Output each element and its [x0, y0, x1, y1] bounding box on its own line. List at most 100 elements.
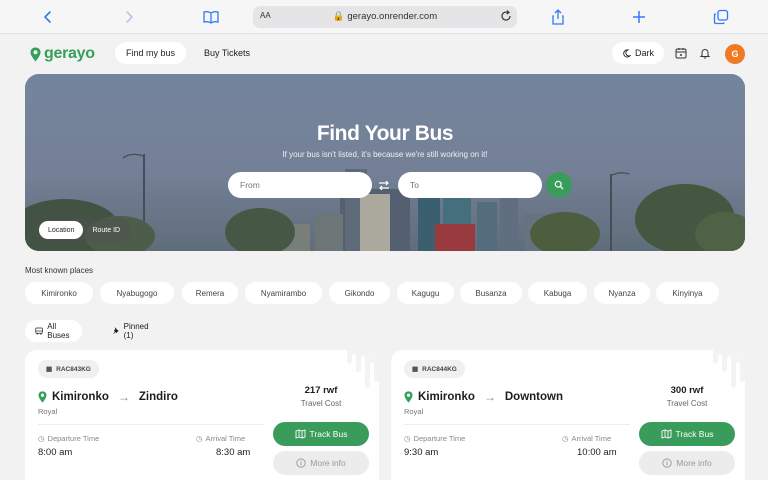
more-info-button[interactable]: More info — [273, 451, 369, 475]
location-pin-icon — [38, 391, 47, 403]
more-info-button[interactable]: More info — [639, 451, 735, 475]
divider — [404, 424, 630, 425]
search-mode-toggle: Location Route ID — [37, 219, 132, 241]
departure-label: ◷ Departure Time — [38, 434, 99, 443]
route-origin: Kimironko — [52, 391, 109, 403]
more-info-label: More info — [310, 458, 346, 468]
arrival-label: ◷ Arrival Time — [196, 434, 245, 443]
moon-icon — [623, 48, 631, 58]
calendar-icon[interactable] — [673, 45, 689, 61]
gerayo-logo[interactable]: gerayo — [30, 45, 95, 63]
operator-name: Royal — [404, 407, 424, 416]
map-icon — [661, 429, 671, 439]
to-input[interactable] — [398, 172, 542, 198]
back-icon[interactable] — [35, 5, 61, 29]
bus-icon — [35, 327, 43, 335]
url-text: gerayo.onrender.com — [347, 11, 438, 22]
city-skyline-image — [25, 74, 745, 251]
place-chip[interactable]: Gikondo — [329, 282, 390, 304]
place-chip[interactable]: Busanza — [460, 282, 522, 304]
places-heading: Most known places — [25, 266, 94, 275]
from-input[interactable] — [228, 172, 372, 198]
departure-time: 8:00 am — [38, 447, 73, 458]
search-icon — [554, 180, 564, 190]
card-decoration — [331, 350, 379, 388]
mode-location[interactable]: Location — [39, 221, 84, 239]
departure-label-text: Departure Time — [413, 434, 466, 443]
bus-front-icon: ▦ — [412, 366, 419, 373]
lock-icon: 🔒 — [332, 11, 345, 22]
arrival-time: 10:00 am — [577, 447, 617, 458]
place-chip[interactable]: Nyamirambo — [245, 282, 322, 304]
alarm-clock-icon: ◷ — [404, 434, 411, 443]
mode-route-id[interactable]: Route ID — [83, 221, 129, 239]
place-chip[interactable]: Nyabugogo — [100, 282, 174, 304]
user-avatar[interactable]: G — [725, 44, 745, 64]
place-chip[interactable]: Remera — [182, 282, 238, 304]
plate-number: RAC844KG — [422, 365, 457, 373]
tab-label: All Buses — [47, 322, 70, 340]
bell-icon[interactable] — [697, 45, 713, 61]
bookmarks-icon[interactable] — [198, 5, 224, 29]
track-bus-button[interactable]: Track Bus — [639, 422, 735, 446]
plate-badge: ▦ RAC843KG — [38, 360, 99, 378]
url-display: 🔒 gerayo.onrender.com — [253, 11, 517, 22]
arrow-right-icon: → — [483, 390, 496, 404]
arrival-label: ◷ Arrival Time — [562, 434, 611, 443]
place-chip[interactable]: Kinyinya — [656, 282, 719, 304]
tab-all-buses[interactable]: All Buses — [25, 320, 83, 342]
address-bar[interactable]: AA 🔒 gerayo.onrender.com — [253, 6, 517, 28]
more-info-label: More info — [676, 458, 712, 468]
travel-cost-label: Travel Cost — [300, 399, 342, 408]
nav-buy-tickets[interactable]: Buy Tickets — [193, 42, 261, 64]
track-bus-label: Track Bus — [309, 429, 348, 439]
bus-card[interactable]: ▦ RAC843KG Kimironko → Zindiro Royal ◷ D… — [25, 350, 379, 480]
swap-icon[interactable] — [376, 178, 392, 192]
departure-time: 9:30 am — [404, 447, 439, 458]
pin-icon — [113, 327, 119, 334]
route-destination: Zindiro — [138, 391, 178, 403]
new-tab-icon[interactable] — [626, 5, 652, 29]
info-icon — [662, 458, 672, 468]
tab-pinned[interactable]: Pinned (1) — [103, 320, 161, 342]
route-destination: Downtown — [504, 391, 563, 403]
reload-icon[interactable] — [500, 9, 512, 26]
arrival-label-text: Arrival Time — [205, 434, 246, 443]
share-icon[interactable] — [545, 5, 571, 29]
alarm-clock-icon: ◷ — [196, 434, 203, 443]
hero-banner: Find Your Bus If your bus isn't listed, … — [25, 74, 745, 251]
tabs-overview-icon[interactable] — [708, 5, 734, 29]
route-title: Kimironko → Downtown — [404, 390, 563, 404]
theme-label: Dark — [635, 48, 655, 58]
divider — [38, 424, 264, 425]
search-button[interactable] — [546, 172, 572, 198]
alarm-clock-icon: ◷ — [562, 434, 569, 443]
location-pin-icon — [30, 47, 41, 61]
alarm-clock-icon: ◷ — [38, 434, 45, 443]
travel-cost-value: 300 rwf — [670, 385, 704, 396]
bus-front-icon: ▦ — [46, 366, 53, 373]
place-chip[interactable]: Kagugu — [397, 282, 454, 304]
browser-toolbar: AA 🔒 gerayo.onrender.com — [0, 0, 768, 34]
plate-number: RAC843KG — [56, 365, 91, 373]
theme-toggle-button[interactable]: Dark — [612, 42, 665, 64]
track-bus-button[interactable]: Track Bus — [273, 422, 369, 446]
nav-find-my-bus[interactable]: Find my bus — [115, 42, 187, 64]
route-origin: Kimironko — [418, 391, 475, 403]
departure-label-text: Departure Time — [47, 434, 100, 443]
location-pin-icon — [404, 391, 413, 403]
arrival-time: 8:30 am — [216, 447, 251, 458]
travel-cost-label: Travel Cost — [666, 399, 708, 408]
info-icon — [296, 458, 306, 468]
forward-icon[interactable] — [116, 5, 142, 29]
place-chip[interactable]: Kimironko — [25, 282, 93, 304]
card-decoration — [697, 350, 745, 388]
hero-subtitle: If your bus isn't listed, it's because w… — [282, 150, 488, 159]
place-chip[interactable]: Kabuga — [528, 282, 587, 304]
hero-title: Find Your Bus — [316, 122, 454, 145]
plate-badge: ▦ RAC844KG — [404, 360, 465, 378]
bus-card[interactable]: ▦ RAC844KG Kimironko → Downtown Royal ◷ … — [391, 350, 745, 480]
route-title: Kimironko → Zindiro — [38, 390, 178, 404]
place-chip[interactable]: Nyanza — [594, 282, 650, 304]
arrow-right-icon: → — [117, 390, 130, 404]
